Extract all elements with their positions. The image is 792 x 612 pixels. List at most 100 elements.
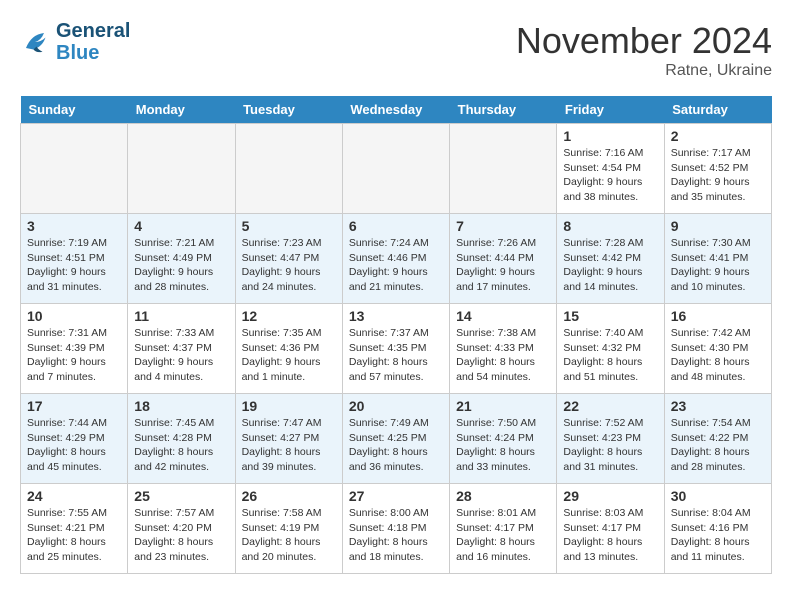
day-info: Sunrise: 7:37 AMSunset: 4:35 PMDaylight:… (349, 326, 443, 385)
calendar-cell: 16 Sunrise: 7:42 AMSunset: 4:30 PMDayligh… (664, 304, 771, 394)
day-info: Sunrise: 7:44 AMSunset: 4:29 PMDaylight:… (27, 416, 121, 475)
calendar-cell: 4 Sunrise: 7:21 AMSunset: 4:49 PMDaylight… (128, 214, 235, 304)
calendar-cell: 7 Sunrise: 7:26 AMSunset: 4:44 PMDaylight… (450, 214, 557, 304)
logo-text: General Blue (56, 20, 130, 64)
day-number: 16 (671, 308, 765, 324)
calendar-cell (235, 124, 342, 214)
day-number: 20 (349, 398, 443, 414)
day-number: 3 (27, 218, 121, 234)
calendar-cell: 6 Sunrise: 7:24 AMSunset: 4:46 PMDaylight… (342, 214, 449, 304)
day-number: 12 (242, 308, 336, 324)
day-info: Sunrise: 7:35 AMSunset: 4:36 PMDaylight:… (242, 326, 336, 385)
calendar-cell (450, 124, 557, 214)
calendar-cell: 10 Sunrise: 7:31 AMSunset: 4:39 PMDayligh… (21, 304, 128, 394)
month-title: November 2024 (516, 20, 772, 62)
day-number: 28 (456, 488, 550, 504)
calendar-body: 1 Sunrise: 7:16 AMSunset: 4:54 PMDaylight… (21, 124, 772, 574)
day-info: Sunrise: 7:24 AMSunset: 4:46 PMDaylight:… (349, 236, 443, 295)
day-info: Sunrise: 8:03 AMSunset: 4:17 PMDaylight:… (563, 506, 657, 565)
calendar-cell: 22 Sunrise: 7:52 AMSunset: 4:23 PMDayligh… (557, 394, 664, 484)
day-number: 15 (563, 308, 657, 324)
calendar-cell: 28 Sunrise: 8:01 AMSunset: 4:17 PMDayligh… (450, 484, 557, 574)
day-info: Sunrise: 7:17 AMSunset: 4:52 PMDaylight:… (671, 146, 765, 205)
day-number: 8 (563, 218, 657, 234)
day-info: Sunrise: 7:16 AMSunset: 4:54 PMDaylight:… (563, 146, 657, 205)
logo-icon (20, 27, 50, 57)
day-info: Sunrise: 7:23 AMSunset: 4:47 PMDaylight:… (242, 236, 336, 295)
calendar-cell: 9Sunrise: 7:30 AMSunset: 4:41 PMDaylight… (664, 214, 771, 304)
day-number: 1 (563, 128, 657, 144)
day-info: Sunrise: 8:04 AMSunset: 4:16 PMDaylight:… (671, 506, 765, 565)
calendar-cell: 1 Sunrise: 7:16 AMSunset: 4:54 PMDaylight… (557, 124, 664, 214)
day-header-thursday: Thursday (450, 96, 557, 124)
day-info: Sunrise: 7:31 AMSunset: 4:39 PMDaylight:… (27, 326, 121, 385)
day-number: 29 (563, 488, 657, 504)
day-number: 26 (242, 488, 336, 504)
day-info: Sunrise: 7:33 AMSunset: 4:37 PMDaylight:… (134, 326, 228, 385)
calendar-cell: 3 Sunrise: 7:19 AMSunset: 4:51 PMDaylight… (21, 214, 128, 304)
calendar-cell: 27 Sunrise: 8:00 AMSunset: 4:18 PMDayligh… (342, 484, 449, 574)
day-number: 27 (349, 488, 443, 504)
calendar-cell: 26Sunrise: 7:58 AMSunset: 4:19 PMDayligh… (235, 484, 342, 574)
week-row-1: 1 Sunrise: 7:16 AMSunset: 4:54 PMDaylight… (21, 124, 772, 214)
day-info: Sunrise: 7:21 AMSunset: 4:49 PMDaylight:… (134, 236, 228, 295)
calendar-cell: 11 Sunrise: 7:33 AMSunset: 4:37 PMDayligh… (128, 304, 235, 394)
calendar-cell: 19 Sunrise: 7:47 AMSunset: 4:27 PMDayligh… (235, 394, 342, 484)
day-info: Sunrise: 7:57 AMSunset: 4:20 PMDaylight:… (134, 506, 228, 565)
day-number: 11 (134, 308, 228, 324)
day-info: Sunrise: 7:50 AMSunset: 4:24 PMDaylight:… (456, 416, 550, 475)
calendar-cell: 5 Sunrise: 7:23 AMSunset: 4:47 PMDaylight… (235, 214, 342, 304)
day-info: Sunrise: 8:00 AMSunset: 4:18 PMDaylight:… (349, 506, 443, 565)
day-number: 22 (563, 398, 657, 414)
week-row-3: 10 Sunrise: 7:31 AMSunset: 4:39 PMDayligh… (21, 304, 772, 394)
calendar-cell: 20Sunrise: 7:49 AMSunset: 4:25 PMDayligh… (342, 394, 449, 484)
day-header-saturday: Saturday (664, 96, 771, 124)
day-number: 6 (349, 218, 443, 234)
day-header-monday: Monday (128, 96, 235, 124)
calendar-cell: 13 Sunrise: 7:37 AMSunset: 4:35 PMDayligh… (342, 304, 449, 394)
calendar-cell (342, 124, 449, 214)
calendar-cell (128, 124, 235, 214)
calendar-cell: 17 Sunrise: 7:44 AMSunset: 4:29 PMDayligh… (21, 394, 128, 484)
calendar-cell: 18Sunrise: 7:45 AMSunset: 4:28 PMDayligh… (128, 394, 235, 484)
day-header-wednesday: Wednesday (342, 96, 449, 124)
logo: General Blue (20, 20, 130, 64)
calendar-cell: 23 Sunrise: 7:54 AMSunset: 4:22 PMDayligh… (664, 394, 771, 484)
day-info: Sunrise: 7:42 AMSunset: 4:30 PMDaylight:… (671, 326, 765, 385)
day-info: Sunrise: 7:40 AMSunset: 4:32 PMDaylight:… (563, 326, 657, 385)
day-info: Sunrise: 7:26 AMSunset: 4:44 PMDaylight:… (456, 236, 550, 295)
day-header-tuesday: Tuesday (235, 96, 342, 124)
day-info: Sunrise: 7:19 AMSunset: 4:51 PMDaylight:… (27, 236, 121, 295)
calendar-cell (21, 124, 128, 214)
calendar-cell: 24Sunrise: 7:55 AMSunset: 4:21 PMDayligh… (21, 484, 128, 574)
week-row-5: 24Sunrise: 7:55 AMSunset: 4:21 PMDayligh… (21, 484, 772, 574)
day-number: 24 (27, 488, 121, 504)
day-info: Sunrise: 7:28 AMSunset: 4:42 PMDaylight:… (563, 236, 657, 295)
day-info: Sunrise: 7:52 AMSunset: 4:23 PMDaylight:… (563, 416, 657, 475)
week-row-2: 3 Sunrise: 7:19 AMSunset: 4:51 PMDaylight… (21, 214, 772, 304)
day-number: 13 (349, 308, 443, 324)
day-number: 10 (27, 308, 121, 324)
day-number: 30 (671, 488, 765, 504)
day-number: 5 (242, 218, 336, 234)
header-row: SundayMondayTuesdayWednesdayThursdayFrid… (21, 96, 772, 124)
day-number: 23 (671, 398, 765, 414)
week-row-4: 17 Sunrise: 7:44 AMSunset: 4:29 PMDayligh… (21, 394, 772, 484)
calendar-table: SundayMondayTuesdayWednesdayThursdayFrid… (20, 96, 772, 574)
day-info: Sunrise: 8:01 AMSunset: 4:17 PMDaylight:… (456, 506, 550, 565)
calendar-cell: 8 Sunrise: 7:28 AMSunset: 4:42 PMDaylight… (557, 214, 664, 304)
day-number: 7 (456, 218, 550, 234)
day-info: Sunrise: 7:38 AMSunset: 4:33 PMDaylight:… (456, 326, 550, 385)
calendar-cell: 2Sunrise: 7:17 AMSunset: 4:52 PMDaylight… (664, 124, 771, 214)
day-number: 19 (242, 398, 336, 414)
calendar-cell: 29 Sunrise: 8:03 AMSunset: 4:17 PMDayligh… (557, 484, 664, 574)
location: Ratne, Ukraine (516, 62, 772, 80)
calendar-header: SundayMondayTuesdayWednesdayThursdayFrid… (21, 96, 772, 124)
calendar-cell: 15 Sunrise: 7:40 AMSunset: 4:32 PMDayligh… (557, 304, 664, 394)
title-block: November 2024 Ratne, Ukraine (516, 20, 772, 80)
day-info: Sunrise: 7:54 AMSunset: 4:22 PMDaylight:… (671, 416, 765, 475)
day-number: 4 (134, 218, 228, 234)
day-number: 17 (27, 398, 121, 414)
day-number: 25 (134, 488, 228, 504)
day-info: Sunrise: 7:47 AMSunset: 4:27 PMDaylight:… (242, 416, 336, 475)
